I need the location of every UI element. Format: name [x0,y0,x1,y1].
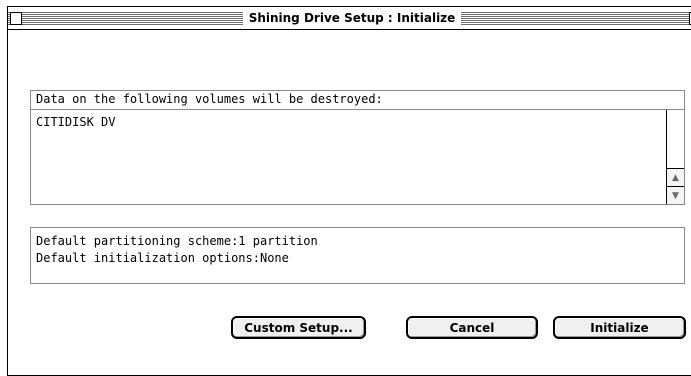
arrow-up-icon[interactable]: ▲ [667,168,684,186]
volumes-scrollbar[interactable]: ▲ ▼ [666,110,684,204]
volumes-header-text: Data on the following volumes will be de… [36,92,383,106]
cancel-button[interactable]: Cancel [406,316,538,339]
initialize-button[interactable]: Initialize [553,316,686,339]
arrow-down-icon[interactable]: ▼ [667,186,684,204]
title-bar[interactable]: Shining Drive Setup : Initialize [8,7,691,30]
volumes-list[interactable]: CITIDISK DV ▲ ▼ [30,109,685,205]
init-options-text: Default initialization options:None [36,251,289,265]
custom-setup-button[interactable]: Custom Setup... [231,316,366,339]
title-wrap: Shining Drive Setup : Initialize [8,7,691,29]
window-title: Shining Drive Setup : Initialize [242,8,462,28]
partition-scheme-text: Default partitioning scheme:1 partition [36,234,318,248]
list-item[interactable]: CITIDISK DV [36,114,679,131]
volumes-header: Data on the following volumes will be de… [30,90,685,110]
defaults-info-box: Default partitioning scheme:1 partition … [30,227,685,284]
scroll-track[interactable] [667,110,684,168]
